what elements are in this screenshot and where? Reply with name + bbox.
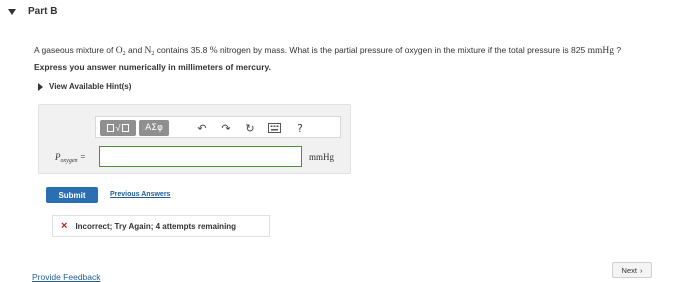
part-header[interactable]: Part B xyxy=(8,6,57,17)
collapse-caret-icon[interactable] xyxy=(8,8,16,15)
question-text: A gaseous mixture of O2 and N2 contains … xyxy=(34,45,622,57)
undo-icon[interactable]: ↶ xyxy=(194,120,210,136)
help-button[interactable]: ? xyxy=(292,120,308,136)
feedback-box: × Incorrect; Try Again; 4 attempts remai… xyxy=(52,215,270,237)
view-hints-toggle[interactable]: View Available Hint(s) xyxy=(38,82,131,91)
templates-button[interactable]: √ xyxy=(100,120,136,136)
box-template-icon xyxy=(122,124,130,132)
hints-label: View Available Hint(s) xyxy=(49,82,132,91)
submit-button[interactable]: Submit xyxy=(46,187,98,203)
chevron-right-icon: › xyxy=(639,265,643,275)
keyboard-icon[interactable] xyxy=(266,120,282,136)
expand-caret-icon xyxy=(38,82,43,91)
answer-label: Poxygen = xyxy=(55,152,86,164)
greek-symbols-button[interactable]: ΑΣφ xyxy=(139,120,169,136)
question-unit: mmHg xyxy=(587,46,614,56)
reset-icon[interactable]: ↻ xyxy=(242,120,258,136)
percent-sign: % xyxy=(209,46,218,56)
provide-feedback-link[interactable]: Provide Feedback xyxy=(32,272,101,282)
feedback-text: Incorrect; Try Again; 4 attempts remaini… xyxy=(75,221,237,231)
answer-input[interactable] xyxy=(99,146,302,167)
answer-panel: √ ΑΣφ ↶ ↷ ↻ ? Poxygen = mmHg xyxy=(38,104,351,174)
instruction-text: Express you answer numerically in millim… xyxy=(34,62,271,72)
next-label: Next xyxy=(621,265,637,275)
previous-answers-link[interactable]: Previous Answers xyxy=(110,191,170,198)
answer-units: mmHg xyxy=(309,152,335,162)
error-x-icon: × xyxy=(61,220,68,232)
math-toolbar: √ ΑΣφ ↶ ↷ ↻ ? xyxy=(95,116,341,138)
part-title: Part B xyxy=(28,6,58,17)
next-button[interactable]: Next › xyxy=(612,262,652,278)
n2-formula: N2 xyxy=(144,46,155,57)
redo-icon[interactable]: ↷ xyxy=(218,120,234,136)
sqrt-template-icon: √ xyxy=(115,123,121,133)
box-template-icon xyxy=(106,124,114,132)
o2-formula: O2 xyxy=(115,46,126,57)
